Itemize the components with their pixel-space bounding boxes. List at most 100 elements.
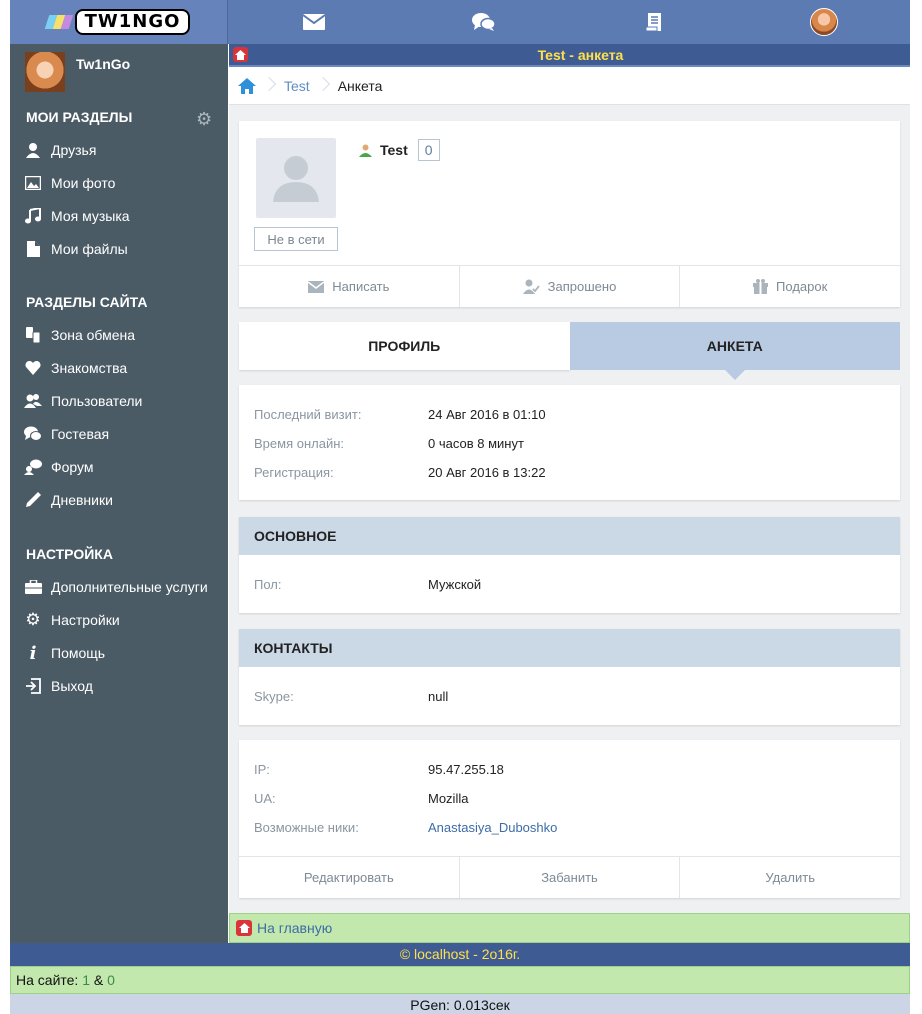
forum-icon — [24, 458, 42, 476]
sidebar-item-friends[interactable]: Друзья — [24, 137, 96, 163]
info-row-last-visit: Последний визит: 24 Авг 2016 в 01:10 — [254, 407, 546, 422]
profile-card: Не в сети Test 0 Написать Запрошено Пода… — [239, 121, 900, 307]
sidebar-item-exchange[interactable]: Зона обмена — [24, 322, 135, 348]
photo-icon — [24, 174, 42, 192]
sidebar-item-files[interactable]: Мои файлы — [24, 236, 128, 262]
section-heading: Контакты — [239, 629, 900, 667]
home-icon[interactable] — [233, 47, 248, 62]
tab-questionnaire[interactable]: Анкета — [569, 322, 900, 380]
tab-profile[interactable]: Профиль — [239, 322, 570, 370]
sidebar-item-label: Гостевая — [51, 426, 110, 442]
info-key: Возможные ники: — [254, 820, 359, 835]
info-row-ua: UA: Mozilla — [254, 791, 468, 806]
logo[interactable]: TW1NGO — [10, 0, 228, 44]
online-users-link[interactable]: 1 — [82, 972, 90, 988]
sidebar-item-label: Зона обмена — [51, 327, 136, 343]
info-key: Время онлайн: — [254, 436, 344, 451]
heart-icon — [24, 359, 42, 377]
edit-button[interactable]: Редактировать — [239, 857, 459, 898]
copyright: © localhost - 2o16г. — [10, 943, 910, 966]
sidebar-item-label: Друзья — [51, 142, 97, 158]
info-row-ip: IP: 95.47.255.18 — [254, 762, 504, 777]
admin-info-card: IP: 95.47.255.18 UA: Mozilla Возможные н… — [239, 740, 900, 898]
info-row-skype: Skype: null — [254, 689, 448, 704]
sidebar-item-label: Настройки — [51, 612, 120, 628]
gear-icon: ⚙ — [25, 610, 41, 629]
home-icon[interactable] — [238, 77, 256, 94]
info-key: Последний визит: — [254, 407, 362, 422]
chevron-right-icon — [264, 67, 276, 105]
online-guests-link[interactable]: 0 — [107, 972, 115, 988]
visit-info-card: Последний визит: 24 Авг 2016 в 01:10 Вре… — [239, 385, 900, 500]
home-link[interactable]: На главную — [257, 920, 332, 936]
sidebar-item-label: Дополнительные услуги — [51, 579, 208, 595]
sidebar: Tw1nGo Мои разделы ⚙ Друзья Мои фото Моя… — [10, 44, 228, 943]
info-value: 0 часов 8 минут — [428, 436, 524, 451]
users-icon — [24, 392, 42, 410]
status-badge: Не в сети — [254, 227, 338, 251]
sidebar-item-label: Мои файлы — [51, 241, 128, 257]
avatar-placeholder[interactable] — [256, 138, 336, 218]
home-link-bar: На главную — [229, 913, 910, 943]
action-label: Подарок — [776, 279, 828, 294]
profile-actions: Написать Запрошено Подарок — [239, 265, 900, 307]
sidebar-item-guestbook[interactable]: Гостевая — [24, 421, 109, 447]
sidebar-item-settings[interactable]: ⚙ Настройки — [24, 607, 120, 633]
info-key: Пол: — [254, 577, 282, 592]
mail-icon[interactable] — [284, 0, 344, 44]
gift-button[interactable]: Подарок — [679, 266, 900, 307]
sidebar-item-music[interactable]: Моя музыка — [24, 203, 130, 229]
contacts-card: Контакты Skype: null — [239, 629, 900, 725]
mail-icon — [308, 280, 325, 293]
sidebar-item-logout[interactable]: Выход — [24, 673, 93, 699]
user-online-icon — [359, 144, 372, 157]
sidebar-item-dating[interactable]: Знакомства — [24, 355, 127, 381]
write-message-button[interactable]: Написать — [239, 266, 459, 307]
info-value: 95.47.255.18 — [428, 762, 504, 777]
chat-icon[interactable] — [454, 0, 514, 44]
basic-info-card: Основное Пол: Мужской — [239, 517, 900, 613]
info-key: IP: — [254, 762, 270, 777]
nickname-link[interactable]: Anastasiya_Duboshko — [428, 820, 557, 835]
pen-icon — [24, 491, 42, 509]
comments-icon — [24, 425, 42, 443]
profile-user-line: Test 0 — [359, 139, 440, 161]
breadcrumb-link-user[interactable]: Test — [284, 78, 310, 94]
online-counter: На сайте: 1 & 0 — [10, 966, 910, 994]
notes-icon[interactable] — [624, 0, 684, 44]
avatar — [810, 8, 838, 36]
sidebar-item-photos[interactable]: Мои фото — [24, 170, 115, 196]
app-shell: TW1NGO Tw1nGo Мои разделы ⚙ Друзья Мои ф… — [10, 0, 910, 1014]
ban-button[interactable]: Забанить — [458, 857, 680, 898]
sidebar-item-services[interactable]: Дополнительные услуги — [24, 574, 208, 600]
info-key: UA: — [254, 791, 276, 806]
logout-icon — [24, 677, 42, 695]
info-value: Mozilla — [428, 791, 469, 806]
music-icon — [24, 207, 42, 225]
briefcase-icon — [24, 578, 42, 596]
sidebar-user-name: Tw1nGo — [76, 56, 131, 72]
user-avatar-button[interactable] — [794, 0, 854, 44]
info-value: 24 Авг 2016 в 01:10 — [428, 407, 546, 422]
sidebar-section-site: Разделы сайта — [26, 294, 148, 310]
sidebar-item-users[interactable]: Пользователи — [24, 388, 142, 414]
sidebar-item-label: Форум — [51, 459, 94, 475]
info-key: Skype: — [254, 689, 294, 704]
profile-count-badge[interactable]: 0 — [417, 139, 440, 161]
info-row-nicknames: Возможные ники: Anastasiya_Duboshko — [254, 820, 557, 835]
gear-icon[interactable]: ⚙ — [196, 110, 214, 128]
delete-button[interactable]: Удалить — [679, 857, 900, 898]
sidebar-item-label: Дневники — [51, 492, 113, 508]
sidebar-user[interactable]: Tw1nGo — [25, 52, 130, 92]
sidebar-item-diaries[interactable]: Дневники — [24, 487, 113, 513]
user-check-icon — [522, 279, 540, 294]
sidebar-item-label: Помощь — [51, 645, 106, 661]
friend-requested-button[interactable]: Запрошено — [458, 266, 680, 307]
profile-name[interactable]: Test — [380, 142, 408, 158]
action-label: Написать — [332, 279, 390, 294]
main-content: Test Анкета Не в сети Test 0 Написать За… — [229, 67, 910, 913]
sidebar-item-forum[interactable]: Форум — [24, 454, 94, 480]
online-amp: & — [93, 972, 104, 988]
sidebar-item-help[interactable]: i Помощь — [24, 640, 106, 666]
logo-text: TW1NGO — [74, 9, 191, 35]
